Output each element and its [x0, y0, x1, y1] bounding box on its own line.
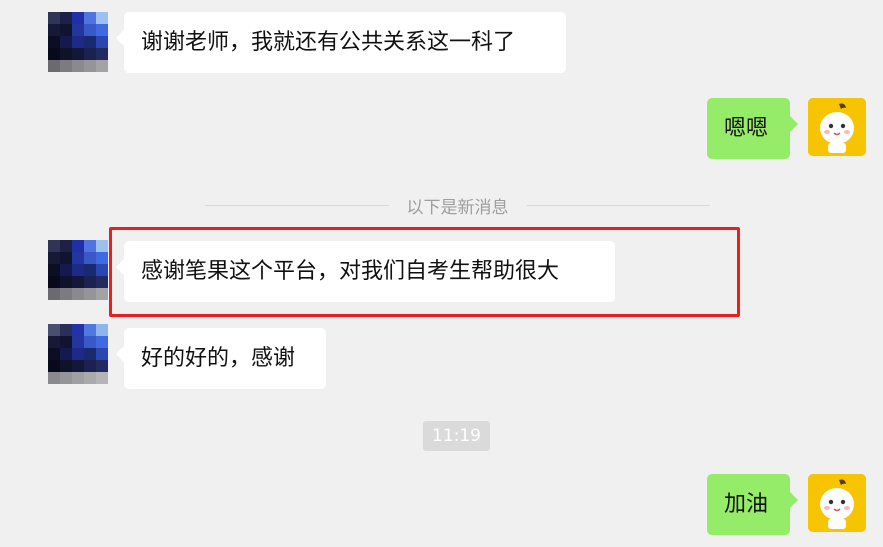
divider-label: 以下是新消息 [406, 197, 509, 218]
message-text: 好的好的，感谢 [141, 345, 296, 371]
cartoon-face-icon [808, 98, 866, 156]
contact-avatar-icon[interactable] [48, 324, 108, 384]
contact-avatar-icon[interactable] [48, 240, 108, 300]
divider-line-right [526, 204, 710, 206]
message-bubble-4[interactable]: 好的好的，感谢 [116, 328, 326, 389]
message-bubble-2[interactable]: 嗯嗯 [707, 98, 798, 159]
message-timestamp: 11:19 [423, 421, 490, 451]
divider-line-left [205, 204, 389, 206]
message-bubble-1[interactable]: 谢谢老师，我就还有公共关系这一科了 [116, 12, 566, 73]
cartoon-face-icon [808, 474, 866, 532]
self-avatar-icon[interactable] [808, 474, 866, 532]
message-text: 加油 [724, 491, 769, 517]
message-text: 谢谢老师，我就还有公共关系这一科了 [141, 29, 516, 55]
new-messages-divider: 以下是新消息 [205, 195, 710, 218]
contact-avatar-icon[interactable] [48, 12, 108, 72]
highlight-box [109, 227, 740, 317]
self-avatar-icon[interactable] [808, 98, 866, 156]
message-text: 嗯嗯 [724, 115, 769, 141]
message-bubble-5[interactable]: 加油 [707, 474, 798, 535]
